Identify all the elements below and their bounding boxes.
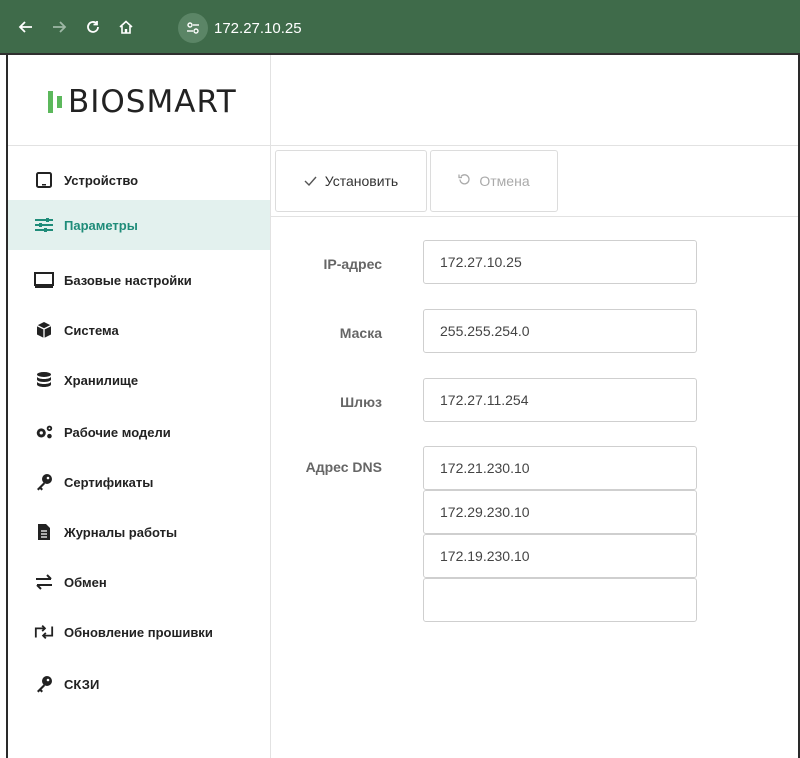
apply-button-label: Установить: [324, 173, 399, 189]
sidebar-item-firmware-update[interactable]: Обновление прошивки: [8, 607, 270, 657]
sidebar-item-device[interactable]: Устройство: [8, 155, 270, 205]
forward-icon[interactable]: [47, 15, 71, 39]
sidebar-item-label: Базовые настройки: [64, 272, 192, 288]
site-settings-icon[interactable]: [178, 13, 208, 43]
logo-mark-small-icon: [57, 96, 62, 108]
file-icon: [34, 522, 54, 542]
sidebar-item-label: Журналы работы: [64, 524, 178, 540]
logo-area: BIOSMART: [8, 55, 270, 146]
apply-button[interactable]: Установить: [275, 150, 427, 212]
sliders-icon: [34, 215, 54, 235]
gears-icon: [34, 422, 54, 442]
back-icon[interactable]: [14, 15, 38, 39]
ip-address-input[interactable]: [423, 240, 697, 284]
sidebar-item-label: Система: [64, 322, 119, 338]
sidebar-item-label: Устройство: [64, 172, 139, 188]
browser-toolbar: 172.27.10.25: [0, 0, 800, 55]
dns-input-1[interactable]: [423, 446, 697, 490]
database-icon: [34, 370, 54, 390]
mask-label: Маска: [339, 325, 382, 341]
cancel-button[interactable]: Отмена: [430, 150, 558, 212]
mask-input[interactable]: [423, 309, 697, 353]
sidebar-item-skzi[interactable]: СКЗИ: [8, 659, 270, 709]
gateway-input[interactable]: [423, 378, 697, 422]
sidebar-item-parameters[interactable]: Параметры: [8, 200, 270, 250]
action-toolbar: Установить Отмена: [271, 146, 798, 217]
exchange-icon: [34, 572, 54, 592]
check-icon: [304, 173, 317, 189]
dns-input-4[interactable]: [423, 578, 697, 622]
sidebar-item-certificates[interactable]: Сертификаты: [8, 457, 270, 507]
sidebar-item-exchange[interactable]: Обмен: [8, 557, 270, 607]
cube-icon: [34, 320, 54, 340]
sidebar-item-storage[interactable]: Хранилище: [8, 355, 270, 405]
gateway-label: Шлюз: [340, 394, 382, 410]
monitor-icon: [34, 270, 54, 290]
logo-text: BIOSMART: [68, 84, 237, 120]
reload-icon[interactable]: [81, 15, 105, 39]
address-bar[interactable]: 172.27.10.25: [178, 13, 308, 43]
dns-input-3[interactable]: [423, 534, 697, 578]
sidebar-item-label: Хранилище: [64, 372, 139, 388]
undo-icon: [458, 173, 471, 189]
sidebar-item-label: Сертификаты: [64, 474, 154, 490]
sidebar-item-logs[interactable]: Журналы работы: [8, 507, 270, 557]
update-icon: [34, 622, 54, 642]
sidebar-item-system[interactable]: Система: [8, 305, 270, 355]
header-area: [271, 55, 798, 146]
sidebar-item-label: Рабочие модели: [64, 424, 171, 440]
sidebar-item-label: Параметры: [64, 217, 138, 233]
sidebar: BIOSMART Устройство Параметры Базовые на…: [8, 55, 271, 758]
key-icon: [34, 674, 54, 694]
tablet-icon: [34, 170, 54, 190]
sidebar-item-basic-settings[interactable]: Базовые настройки: [8, 255, 270, 305]
key-icon: [34, 472, 54, 492]
ip-address-label: IP-адрес: [323, 256, 382, 272]
sidebar-item-label: СКЗИ: [64, 676, 100, 692]
logo: BIOSMART: [48, 84, 237, 120]
sidebar-item-label: Обмен: [64, 574, 107, 590]
dns-label: Адрес DNS: [305, 459, 382, 475]
logo-mark-icon: [48, 91, 53, 113]
sidebar-item-label: Обновление прошивки: [64, 624, 213, 640]
dns-input-2[interactable]: [423, 490, 697, 534]
sidebar-item-work-models[interactable]: Рабочие модели: [8, 407, 270, 457]
home-icon[interactable]: [114, 15, 138, 39]
url-text[interactable]: 172.27.10.25: [214, 20, 302, 37]
cancel-button-label: Отмена: [479, 173, 530, 189]
